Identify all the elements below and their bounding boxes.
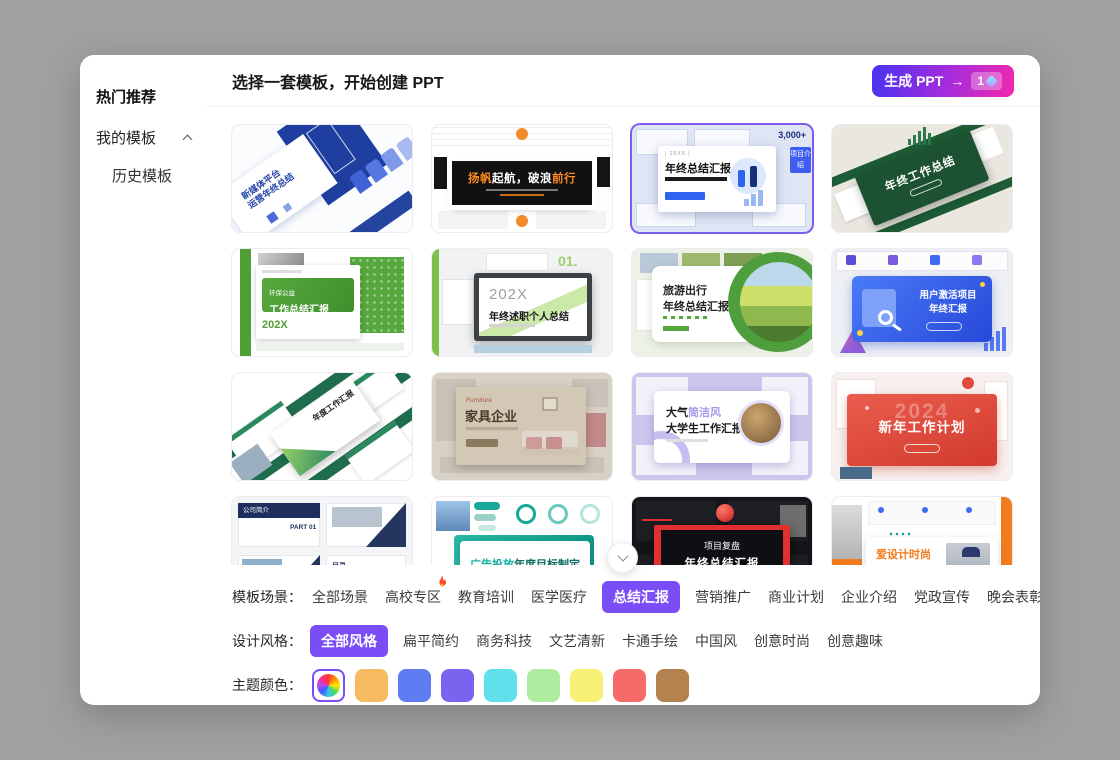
template-title: 家具企业 [465, 406, 517, 425]
scene-option-summary-report[interactable]: 总结汇报 [602, 581, 680, 613]
style-option-flat-simple[interactable]: 扁平简约 [403, 631, 459, 651]
template-card-company-profile[interactable]: 公司简介 PART 01 目录 [232, 497, 412, 565]
scene-option-campus[interactable]: 高校专区 [385, 587, 441, 607]
template-card-ad-target[interactable]: 广告投放年度目标制定 [432, 497, 612, 565]
template-card-year-end-summary[interactable]: 3,000+ | 20XX | 年终总结汇报 项目介绍 [632, 125, 812, 232]
chevron-down-icon [617, 550, 628, 561]
sidebar-item-my-templates[interactable]: 我的模板 [96, 129, 205, 149]
template-grid-viewport: 新媒体平台 运营年终总结 01. 扬帆起航，破浪前行 [205, 107, 1040, 565]
template-corner-label: 3,000+ [778, 130, 806, 140]
template-side-badge: 项目介绍 [790, 147, 811, 173]
scene-option-gala[interactable]: 晚会表彰 [987, 587, 1040, 607]
color-wheel-icon [317, 674, 340, 697]
template-title: 年终述职个人总结 [489, 308, 569, 323]
template-subtitle: 环保公益 [269, 290, 295, 297]
template-title: 公司简介 [238, 503, 320, 518]
style-option-business-tech[interactable]: 商务科技 [476, 631, 532, 651]
template-subtitle: Furniture [466, 397, 492, 404]
generate-ppt-button[interactable]: 生成 PPT → 1 [872, 65, 1014, 97]
template-year: | 20XX | [665, 151, 691, 157]
color-swatch-brown[interactable] [656, 669, 689, 702]
template-title: 大学生工作汇报 [666, 420, 743, 436]
template-card-blue-media[interactable]: 新媒体平台 运营年终总结 [232, 125, 412, 232]
credit-count: 1 [977, 74, 984, 88]
template-corner-label: 01. [558, 253, 577, 269]
scene-option-marketing[interactable]: 营销推广 [695, 587, 751, 607]
gem-icon [985, 75, 998, 88]
template-card-personal-debrief[interactable]: 01. 202X 年终述职个人总结 [432, 249, 612, 356]
color-swatch-orange[interactable] [355, 669, 388, 702]
filter-row-scene: 模板场景： 全部场景 高校专区 教育培训 医学医疗 总结汇报 营销推广 商业计划 [232, 575, 1040, 619]
load-more-button[interactable] [607, 542, 638, 573]
sidebar-item-hot-recommend[interactable]: 热门推荐 [96, 88, 205, 108]
color-swatch-green[interactable] [527, 669, 560, 702]
style-option-all[interactable]: 全部风格 [310, 625, 388, 657]
filter-panel: 模板场景： 全部场景 高校专区 教育培训 医学医疗 总结汇报 营销推广 商业计划 [205, 565, 1040, 705]
template-picker-dialog: 热门推荐 我的模板 历史模板 选择一套模板，开始创建 PPT 生成 PPT → … [80, 55, 1040, 705]
header: 选择一套模板，开始创建 PPT 生成 PPT → 1 [205, 55, 1040, 107]
style-option-chinese[interactable]: 中国风 [695, 631, 737, 651]
template-title: 扬帆起航，破浪前行 [468, 170, 576, 186]
color-swatch-rainbow[interactable] [312, 669, 345, 702]
template-title: 年终总结汇报 [685, 555, 760, 566]
scene-option-party-gov[interactable]: 党政宣传 [914, 587, 970, 607]
template-card-project-review[interactable]: 项目复盘 年终总结汇报 [632, 497, 812, 565]
template-title: 项目复盘 [704, 539, 740, 552]
template-card-user-activation[interactable]: 用户激活项目 年终汇报 [832, 249, 1012, 356]
filter-row-style: 设计风格： 全部风格 扁平简约 商务科技 文艺清新 卡通手绘 中国风 创意时尚 … [232, 619, 1040, 663]
credit-badge: 1 [971, 72, 1002, 90]
color-swatch-cyan[interactable] [484, 669, 517, 702]
scene-option-company-intro[interactable]: 企业介绍 [841, 587, 897, 607]
template-subtitle: PART 01 [290, 524, 316, 531]
template-title: 大气简洁风 [666, 404, 721, 420]
filter-label-style: 设计风格： [232, 631, 312, 651]
template-title: 广告投放年度目标制定 [460, 556, 590, 565]
color-swatch-blue[interactable] [398, 669, 431, 702]
template-card-travel[interactable]: 旅游出行 年终总结汇报 [632, 249, 812, 356]
sidebar-item-label: 我的模板 [96, 130, 156, 147]
style-option-artsy-fresh[interactable]: 文艺清新 [549, 631, 605, 651]
template-year: 202X [489, 286, 528, 303]
template-card-sailing[interactable]: 01. 扬帆起航，破浪前行 [432, 125, 612, 232]
color-swatch-yellow[interactable] [570, 669, 603, 702]
template-card-environmental[interactable]: 环保公益 工作总结汇报 202X [232, 249, 412, 356]
chevron-up-icon [183, 135, 193, 145]
filter-label-color: 主题颜色： [232, 675, 312, 695]
style-option-cartoon[interactable]: 卡通手绘 [622, 631, 678, 651]
template-card-green-year-end[interactable]: 年终工作总结 [832, 125, 1012, 232]
template-card-student-report[interactable]: 大气简洁风 大学生工作汇报 [632, 373, 812, 480]
template-title: 年终汇报 [908, 303, 988, 317]
template-title: 旅游出行 [663, 282, 707, 298]
template-title: 用户激活项目 [908, 289, 988, 303]
filter-label-scene: 模板场景： [232, 587, 312, 607]
template-title: 年终总结汇报 [665, 160, 731, 176]
scene-option-business-plan[interactable]: 商业计划 [768, 587, 824, 607]
sidebar: 热门推荐 我的模板 历史模板 [80, 55, 205, 705]
hot-flame-icon [435, 575, 448, 589]
scene-option-medical[interactable]: 医学医疗 [531, 587, 587, 607]
main-area: 选择一套模板，开始创建 PPT 生成 PPT → 1 新媒体平台 运营年终总结 [205, 55, 1040, 705]
template-card-annual-work[interactable]: 年度工作汇报 [232, 373, 412, 480]
scene-option-education[interactable]: 教育培训 [458, 587, 514, 607]
page-title: 选择一套模板，开始创建 PPT [232, 69, 444, 93]
sidebar-item-history-templates[interactable]: 历史模板 [112, 167, 205, 187]
color-swatch-red[interactable] [613, 669, 646, 702]
template-card-industry-insight[interactable]: 爱设计时尚 行业洞察报告 [832, 497, 1012, 565]
template-title: 爱设计时尚 [876, 546, 931, 562]
color-swatch-purple[interactable] [441, 669, 474, 702]
template-card-furniture[interactable]: Furniture 家具企业 [432, 373, 612, 480]
generate-ppt-label: 生成 PPT [884, 71, 943, 91]
arrow-right-icon: → [950, 73, 964, 89]
style-option-creative-fun[interactable]: 创意趣味 [827, 631, 883, 651]
template-card-new-year-plan[interactable]: 2024 新年工作计划 [832, 373, 1012, 480]
style-option-creative-fashion[interactable]: 创意时尚 [754, 631, 810, 651]
scene-option-all[interactable]: 全部场景 [312, 587, 368, 607]
template-title: 工作总结汇报 [269, 301, 354, 316]
template-grid: 新媒体平台 运营年终总结 01. 扬帆起航，破浪前行 [205, 107, 1040, 565]
template-year: 202X [262, 319, 288, 331]
template-title: 年终总结汇报 [663, 298, 729, 314]
template-title: 新年工作计划 [847, 416, 997, 436]
filter-row-color: 主题颜色： [232, 663, 1040, 705]
